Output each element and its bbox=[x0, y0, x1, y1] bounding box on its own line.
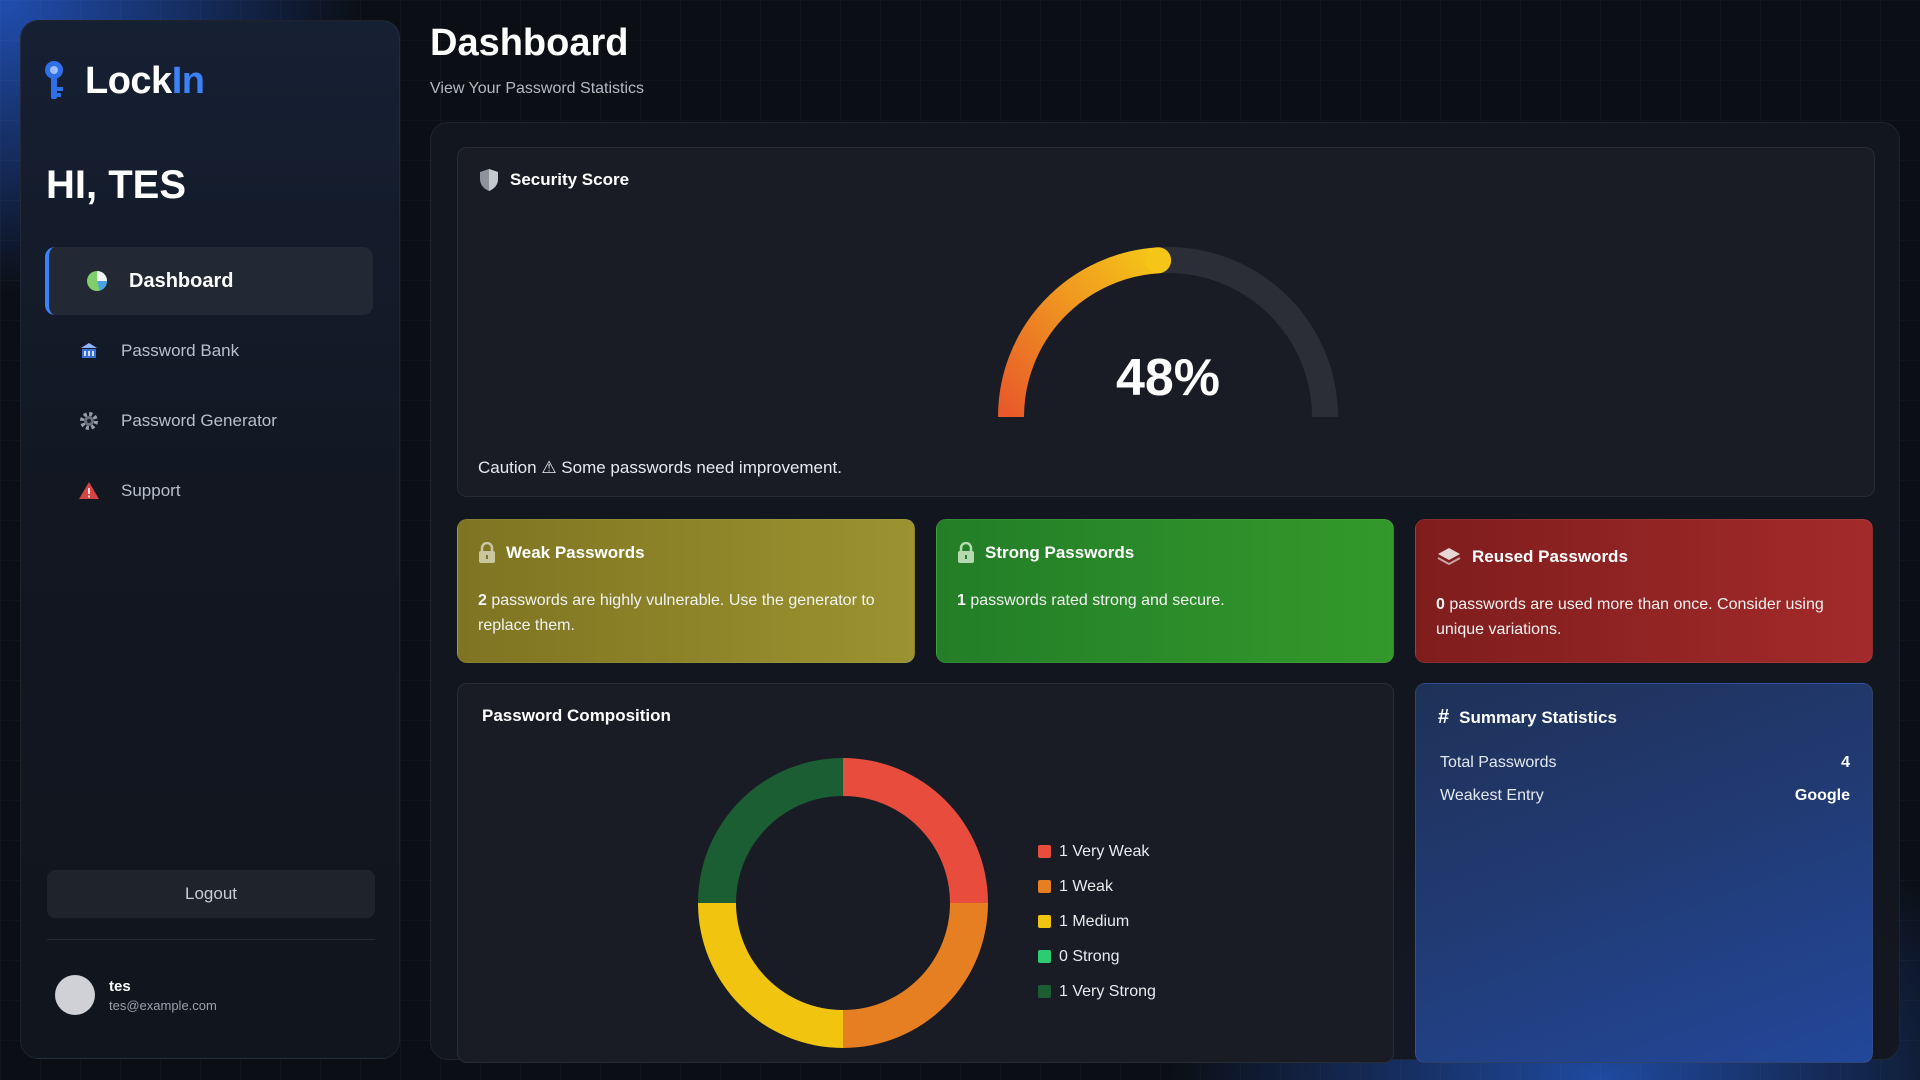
donut-slice-very-weak[interactable] bbox=[843, 758, 988, 903]
donut-slice-medium[interactable] bbox=[698, 903, 843, 1048]
card-title: Password Composition bbox=[482, 706, 671, 725]
card-header: Weak Passwords bbox=[478, 542, 645, 564]
legend-swatch bbox=[1038, 950, 1051, 963]
security-score-value: 48% bbox=[1115, 349, 1221, 407]
divider bbox=[47, 939, 375, 940]
card-title: Security Score bbox=[510, 170, 630, 189]
sidebar-item-label: Password Bank bbox=[121, 341, 240, 360]
greeting: HI, TES bbox=[46, 163, 187, 207]
security-score-card: Security Score 48% Caution ⚠ Some passwo… bbox=[457, 147, 1875, 497]
strong-passwords-description: 1 passwords rated strong and secure. bbox=[957, 592, 1225, 609]
sidebar-item-label: Password Generator bbox=[121, 411, 277, 430]
legend-label: 1 Weak bbox=[1059, 877, 1113, 895]
weak-passwords-description: 2 passwords are highly vulnerable. Use t… bbox=[478, 592, 875, 634]
card-title: Summary Statistics bbox=[1459, 707, 1617, 727]
page-title: Dashboard bbox=[430, 22, 629, 64]
security-gauge bbox=[998, 247, 1338, 418]
sidebar-nav: Dashboard Password Bank Password Generat… bbox=[45, 247, 373, 527]
card-header: # Summary Statistics bbox=[1438, 706, 1617, 729]
legend-item-very-weak[interactable]: 1 Very Weak bbox=[1038, 834, 1156, 869]
main-panel: Security Score 48% Caution ⚠ Some passwo… bbox=[430, 122, 1900, 1063]
user-profile[interactable]: tes tes@example.com bbox=[55, 975, 217, 1015]
pie-chart-icon bbox=[85, 269, 109, 293]
sidebar-item-password-bank[interactable]: Password Bank bbox=[45, 317, 373, 385]
sidebar-item-label: Dashboard bbox=[129, 269, 234, 292]
sidebar: LockIn HI, TES Dashboard Password Bank P… bbox=[20, 20, 400, 1059]
card-header: Security Score bbox=[478, 168, 629, 192]
summary-statistics-card: # Summary Statistics Total Passwords 4 W… bbox=[1415, 683, 1873, 1063]
lock-icon bbox=[479, 542, 495, 563]
gear-icon bbox=[77, 409, 101, 433]
password-composition-card: Password Composition 1 Very Weak 1 Weak … bbox=[457, 683, 1394, 1063]
legend-label: 1 Medium bbox=[1059, 912, 1130, 930]
strong-passwords-card[interactable]: Strong Passwords 1 passwords rated stron… bbox=[936, 519, 1394, 663]
brand-logo[interactable]: LockIn bbox=[41, 59, 205, 103]
strong-count: 1 bbox=[957, 592, 966, 609]
legend-swatch bbox=[1038, 845, 1051, 858]
sidebar-item-support[interactable]: Support bbox=[45, 457, 373, 525]
brand-name: LockIn bbox=[85, 59, 205, 102]
sidebar-item-password-generator[interactable]: Password Generator bbox=[45, 387, 373, 455]
legend-item-strong[interactable]: 0 Strong bbox=[1038, 939, 1156, 974]
logout-button[interactable]: Logout bbox=[47, 870, 375, 918]
summary-value: 4 bbox=[1841, 754, 1850, 771]
reused-passwords-card[interactable]: Reused Passwords 0 passwords are used mo… bbox=[1415, 519, 1873, 663]
summary-label: Total Passwords bbox=[1440, 754, 1557, 771]
layers-icon bbox=[1437, 548, 1461, 566]
shield-icon bbox=[480, 169, 498, 191]
legend-item-medium[interactable]: 1 Medium bbox=[1038, 904, 1156, 939]
card-title: Strong Passwords bbox=[985, 543, 1135, 562]
card-header: Reused Passwords bbox=[1436, 546, 1628, 568]
user-email: tes@example.com bbox=[109, 997, 217, 1013]
user-name: tes bbox=[109, 977, 131, 995]
security-message: Caution ⚠ Some passwords need improvemen… bbox=[478, 458, 842, 477]
legend-swatch bbox=[1038, 985, 1051, 998]
key-icon bbox=[45, 61, 63, 99]
legend-label: 1 Very Weak bbox=[1059, 842, 1150, 860]
reused-passwords-description: 0 passwords are used more than once. Con… bbox=[1436, 596, 1824, 638]
sidebar-item-dashboard[interactable]: Dashboard bbox=[45, 247, 373, 315]
card-header: Strong Passwords bbox=[957, 542, 1134, 564]
legend-swatch bbox=[1038, 880, 1051, 893]
lock-icon bbox=[958, 542, 974, 563]
legend-item-very-strong[interactable]: 1 Very Strong bbox=[1038, 974, 1156, 1009]
bank-icon bbox=[77, 339, 101, 363]
donut-slice-very-strong[interactable] bbox=[698, 758, 843, 903]
alert-icon bbox=[77, 479, 101, 503]
weak-passwords-card[interactable]: Weak Passwords 2 passwords are highly vu… bbox=[457, 519, 915, 663]
donut-slice-weak[interactable] bbox=[843, 903, 988, 1048]
hash-icon: # bbox=[1438, 706, 1450, 728]
sidebar-item-label: Support bbox=[121, 481, 181, 500]
avatar bbox=[55, 975, 95, 1015]
card-header: Password Composition bbox=[482, 706, 671, 726]
legend-item-weak[interactable]: 1 Weak bbox=[1038, 869, 1156, 904]
page-subtitle: View Your Password Statistics bbox=[430, 80, 645, 97]
summary-value: Google bbox=[1794, 787, 1850, 804]
composition-donut-chart bbox=[698, 758, 988, 1048]
legend-swatch bbox=[1038, 915, 1051, 928]
legend-label: 0 Strong bbox=[1059, 947, 1120, 965]
weak-count: 2 bbox=[478, 592, 487, 609]
summary-row-total: Total Passwords 4 bbox=[1440, 754, 1850, 772]
card-title: Reused Passwords bbox=[1472, 547, 1628, 566]
summary-row-weakest: Weakest Entry Google bbox=[1440, 787, 1850, 805]
card-title: Weak Passwords bbox=[506, 543, 645, 562]
gauge-cap bbox=[1145, 247, 1172, 274]
reused-count: 0 bbox=[1436, 596, 1445, 613]
legend-label: 1 Very Strong bbox=[1059, 982, 1156, 1000]
composition-legend: 1 Very Weak 1 Weak 1 Medium 0 Strong 1 V… bbox=[1038, 834, 1156, 1009]
summary-label: Weakest Entry bbox=[1440, 787, 1544, 804]
